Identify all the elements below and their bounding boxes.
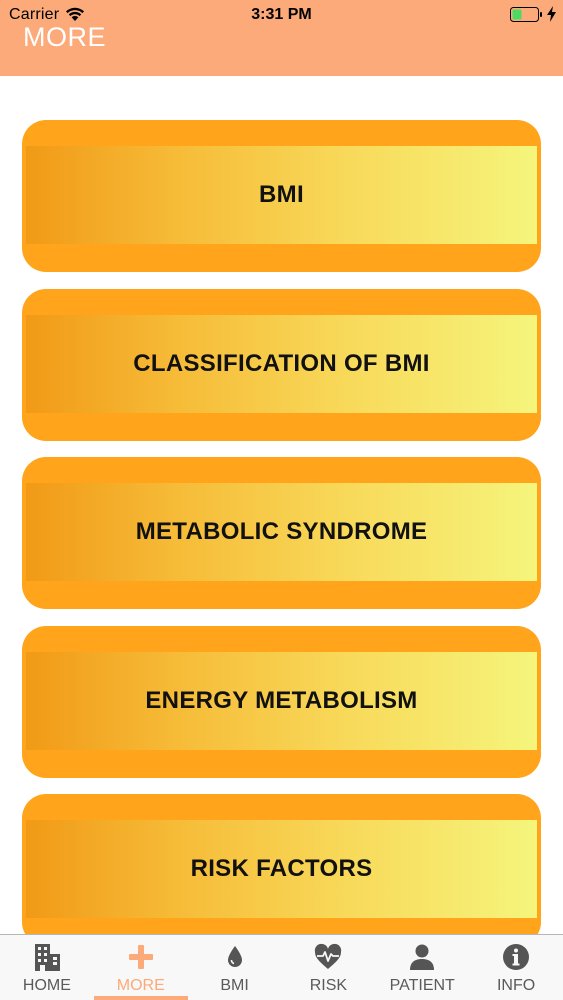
person-icon xyxy=(410,944,435,970)
tab-bar: HOME MORE BMI RISK PATIENT INFO xyxy=(0,934,563,1000)
header: Carrier 3:31 PM MORE xyxy=(0,0,563,76)
charging-icon xyxy=(547,6,556,22)
menu-button-label: RISK FACTORS xyxy=(190,855,373,882)
battery-icon xyxy=(510,7,542,22)
tab-more[interactable]: MORE xyxy=(93,935,188,1000)
info-icon xyxy=(503,944,530,970)
menu-button-label: BMI xyxy=(259,181,304,208)
more-menu: BMI CLASSIFICATION OF BMI METABOLIC SYND… xyxy=(22,120,541,963)
menu-button-classification-of-bmi[interactable]: CLASSIFICATION OF BMI xyxy=(22,288,541,441)
tab-label: INFO xyxy=(496,977,536,994)
plus-icon xyxy=(128,945,153,969)
tab-label: PATIENT xyxy=(389,977,455,994)
tab-risk[interactable]: RISK xyxy=(281,935,375,1000)
menu-button-energy-metabolism[interactable]: ENERGY METABOLISM xyxy=(22,625,541,778)
tab-bmi[interactable]: BMI xyxy=(188,935,282,1000)
menu-button-metabolic-syndrome[interactable]: METABOLIC SYNDROME xyxy=(22,457,541,609)
menu-button-label: ENERGY METABOLISM xyxy=(145,686,418,714)
tab-label: BMI xyxy=(220,977,249,994)
menu-button-bmi[interactable]: BMI xyxy=(22,120,541,272)
tab-label: HOME xyxy=(22,977,71,994)
drop-icon xyxy=(227,946,242,967)
page-title: MORE xyxy=(23,22,106,52)
menu-button-risk-factors[interactable]: RISK FACTORS xyxy=(22,794,541,946)
tab-info[interactable]: INFO xyxy=(469,935,563,1000)
tab-label: RISK xyxy=(309,977,348,994)
active-tab-indicator xyxy=(93,996,188,1000)
tab-patient[interactable]: PATIENT xyxy=(375,935,469,1000)
tab-home[interactable]: HOME xyxy=(0,935,94,1000)
building-icon xyxy=(34,944,60,971)
menu-button-label: METABOLIC SYNDROME xyxy=(135,518,428,545)
heart-pulse-icon xyxy=(315,943,342,969)
menu-button-label: CLASSIFICATION OF BMI xyxy=(133,349,430,377)
tab-label: MORE xyxy=(116,977,165,994)
